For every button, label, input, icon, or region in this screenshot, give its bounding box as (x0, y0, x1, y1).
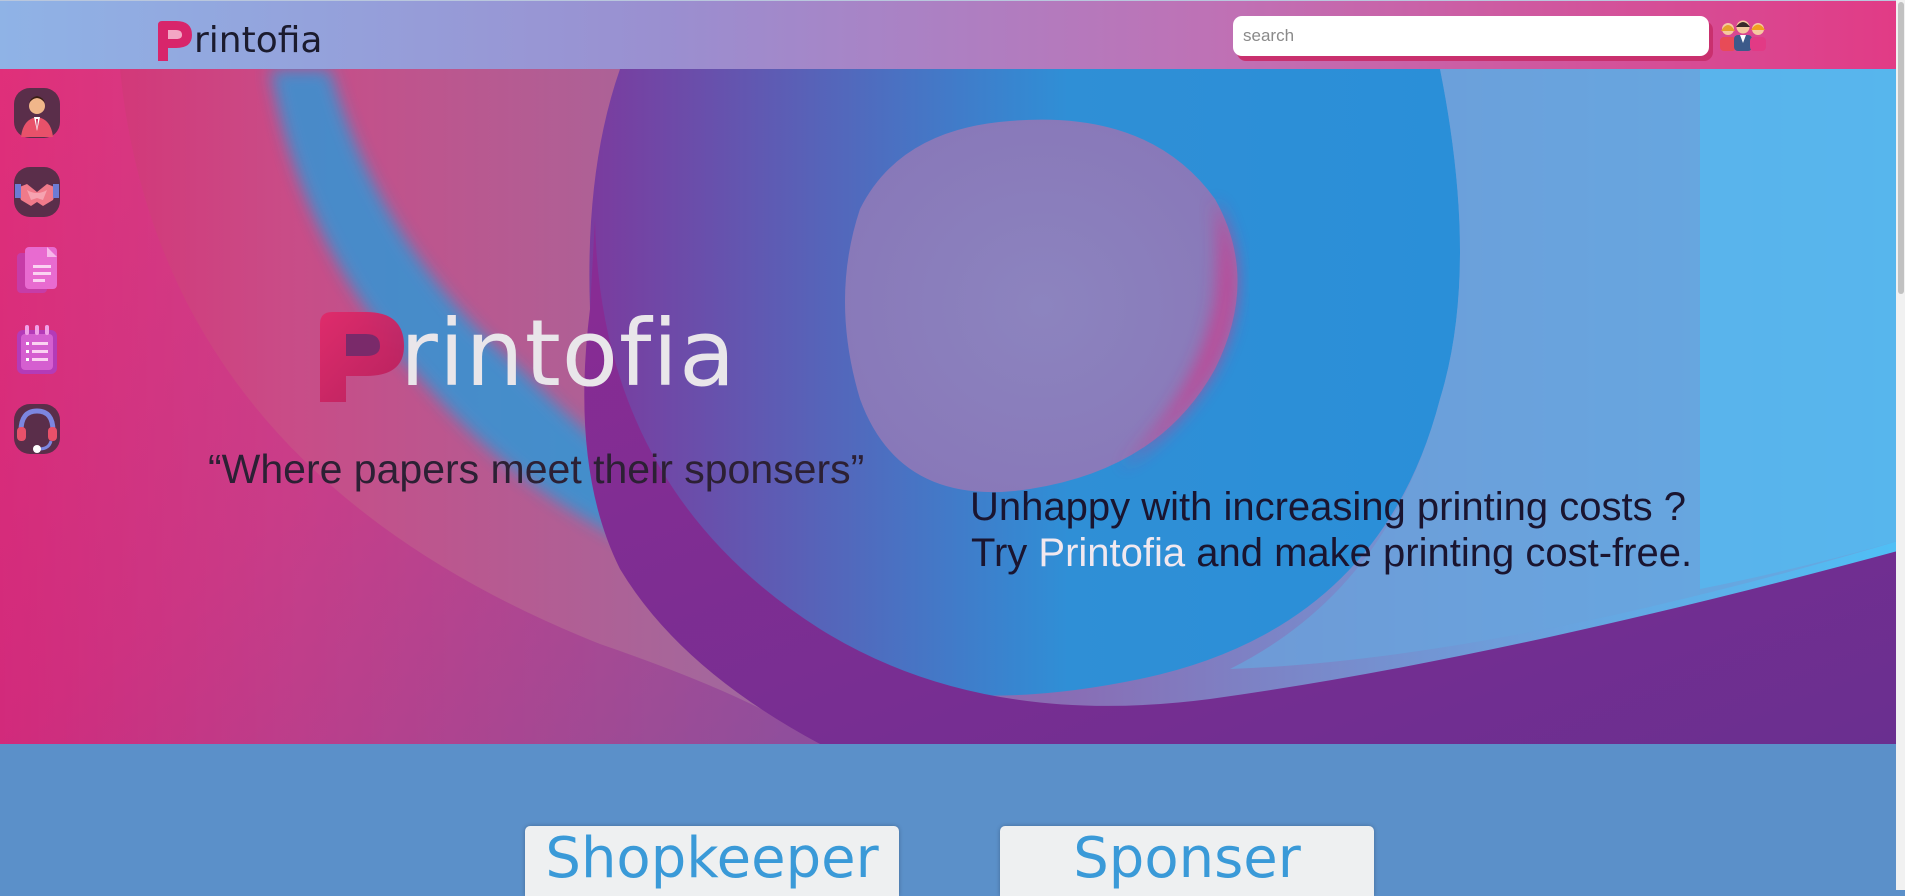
abstract-swirl-background (0, 69, 1905, 744)
scrollbar-thumb[interactable] (1898, 2, 1904, 294)
search-input[interactable] (1233, 16, 1709, 56)
shopkeeper-card[interactable]: Shopkeeper (525, 826, 899, 896)
sponser-card[interactable]: Sponser (1000, 826, 1374, 896)
headset-support-icon[interactable] (13, 403, 61, 455)
top-navbar: rintofia (0, 0, 1905, 69)
notepad-list-icon[interactable] (13, 324, 61, 376)
brand-logo[interactable]: rintofia (152, 15, 323, 63)
handshake-icon[interactable] (13, 166, 61, 218)
tagline: “Where papers meet their sponsers” (208, 446, 865, 492)
hero-banner: rintofia “Where papers meet their sponse… (0, 69, 1905, 744)
brand-name: rintofia (194, 20, 323, 61)
team-users-icon[interactable] (1718, 17, 1768, 55)
pitch-line-1: Unhappy with increasing printing costs ? (970, 485, 1686, 529)
p-logo-icon (320, 312, 404, 402)
p-logo-icon (158, 21, 192, 61)
hero-brand-logo: rintofia (316, 306, 736, 406)
businessman-icon[interactable] (13, 87, 61, 139)
pitch-line-2-suffix: and make printing cost-free. (1185, 531, 1693, 575)
hero-brand-name: rintofia (400, 300, 737, 407)
pitch-brand-word: Printofia (1038, 531, 1186, 575)
pitch-line-2: Try Printofia and make printing cost-fre… (971, 530, 1692, 576)
documents-icon[interactable] (13, 245, 61, 297)
pitch-line-2-prefix: Try (971, 531, 1039, 575)
hero-pitch: Unhappy with increasing printing costs ?… (970, 484, 1692, 576)
